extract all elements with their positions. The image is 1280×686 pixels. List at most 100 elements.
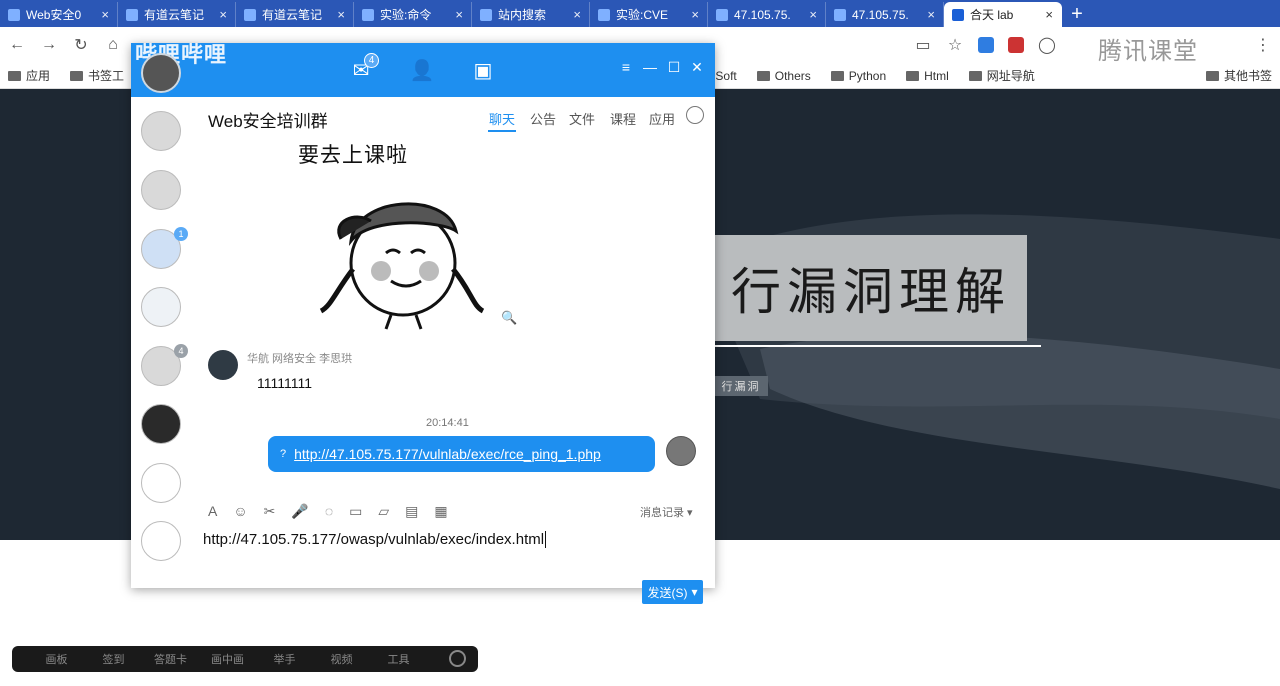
toolbar-item[interactable]: 举手: [256, 651, 313, 667]
close-icon[interactable]: ×: [691, 7, 699, 22]
unread-badge: 1: [174, 227, 188, 241]
tab[interactable]: 有道云笔记 ×: [236, 2, 354, 27]
tab-announcement[interactable]: 公告: [530, 109, 556, 128]
zoom-icon[interactable]: 🔍: [501, 310, 517, 326]
apps-icon[interactable]: ▣: [470, 57, 496, 83]
folder-icon: [906, 70, 920, 81]
maximize-icon[interactable]: ☐: [666, 59, 682, 76]
calendar-icon[interactable]: ▦: [434, 503, 447, 520]
contacts-icon[interactable]: 👤: [409, 57, 435, 83]
tab-files[interactable]: 文件: [569, 109, 595, 128]
tab[interactable]: 有道云笔记 ×: [118, 2, 236, 27]
close-icon[interactable]: ×: [573, 7, 581, 22]
screen-share-icon[interactable]: ▤: [405, 503, 418, 520]
toolbar-item[interactable]: 画中画: [199, 651, 256, 667]
chat-panel: Web安全培训群 聊天 公告 文件 课程 应用 要去上课啦 🔍 华航 网络安全 …: [191, 97, 715, 604]
qq-header: 哔哩哔哩 ✉ 4 👤 ▣ ≡ — ☐ ✕: [131, 42, 715, 97]
close-icon[interactable]: ✕: [689, 59, 705, 76]
conversation-avatar[interactable]: [141, 170, 181, 210]
sender-name: 华航 网络安全 李思珙: [247, 353, 353, 365]
mask-icon[interactable]: ◌: [325, 503, 333, 519]
message-link[interactable]: http://47.105.75.177/vulnlab/exec/rce_pi…: [294, 446, 601, 462]
toolbar-item[interactable]: 画板: [28, 651, 85, 667]
forward-icon[interactable]: →: [40, 36, 58, 54]
tab-courses[interactable]: 课程: [610, 109, 636, 128]
back-icon[interactable]: ←: [8, 36, 26, 54]
message-history-button[interactable]: 消息记录 ▾: [640, 504, 693, 520]
extension-icon[interactable]: [1008, 37, 1024, 53]
tab-chat[interactable]: 聊天: [489, 109, 515, 128]
tab[interactable]: 实验:命令 ×: [354, 2, 472, 27]
message-input[interactable]: http://47.105.75.177/owasp/vulnlab/exec/…: [203, 531, 547, 548]
bookmark-other[interactable]: 其他书签: [1205, 67, 1272, 84]
emoji-icon[interactable]: ☺: [233, 503, 247, 519]
toolbar-item[interactable]: 答题卡: [142, 651, 199, 667]
tab-bar: Web安全0 × 有道云笔记 × 有道云笔记 × 实验:命令 × 站内搜索 × 实验:CV…: [0, 0, 1280, 27]
folder-icon: [70, 70, 84, 81]
image-icon[interactable]: ▭: [349, 503, 362, 520]
reload-icon[interactable]: ↻: [72, 35, 90, 55]
close-icon[interactable]: ×: [927, 7, 935, 22]
star-icon[interactable]: ☆: [946, 35, 964, 55]
shield-icon: [598, 8, 610, 21]
minimize-icon[interactable]: —: [642, 59, 658, 75]
self-avatar[interactable]: [666, 436, 696, 466]
tab-apps[interactable]: 应用: [649, 109, 675, 128]
sticker-caption: 要去上课啦: [298, 144, 408, 167]
folder-icon: [830, 70, 844, 81]
power-icon[interactable]: [449, 650, 466, 667]
bookmark-folder[interactable]: 书签工: [70, 67, 124, 84]
menu-icon[interactable]: ≡: [618, 59, 634, 75]
unread-badge: 4: [174, 344, 188, 358]
toolbar-item[interactable]: 视频: [313, 651, 370, 667]
conversation-avatar[interactable]: [141, 463, 181, 503]
microphone-icon[interactable]: 🎤: [291, 503, 308, 520]
chevron-down-icon[interactable]: ▾: [691, 585, 697, 599]
shield-icon: [362, 8, 374, 21]
menu-icon[interactable]: ⋮: [1254, 35, 1272, 55]
tab-label: Web安全0: [26, 8, 82, 22]
bookmark-folder[interactable]: Html: [906, 69, 949, 83]
conversation-avatar[interactable]: [141, 287, 181, 327]
conversation-avatar[interactable]: [141, 521, 181, 561]
site-icon: [8, 8, 20, 21]
tab[interactable]: Web安全0 ×: [0, 2, 118, 27]
bookmark-folder[interactable]: Others: [756, 69, 811, 83]
scissors-icon[interactable]: ✂: [264, 503, 276, 520]
close-icon[interactable]: ×: [337, 7, 345, 22]
close-icon[interactable]: ×: [455, 7, 463, 22]
message-timestamp: 20:14:41: [426, 417, 469, 429]
toolbar-item[interactable]: 签到: [85, 651, 142, 667]
apps-icon: [8, 70, 21, 81]
tab[interactable]: 站内搜索 ×: [472, 2, 590, 27]
conversation-list: 1 4: [131, 97, 191, 588]
tab[interactable]: 47.105.75. ×: [826, 2, 944, 27]
bookmark-apps[interactable]: 应用: [8, 67, 50, 84]
circle-icon[interactable]: ◯: [1038, 35, 1056, 55]
new-tab-button[interactable]: +: [1062, 2, 1092, 27]
font-icon[interactable]: A: [208, 503, 217, 519]
screen-icon[interactable]: ▭: [914, 35, 932, 55]
tab-active[interactable]: 合天 lab ×: [944, 2, 1062, 27]
extension-icon[interactable]: [978, 37, 994, 53]
sender-avatar[interactable]: [208, 350, 238, 380]
close-icon[interactable]: ×: [219, 7, 227, 22]
user-avatar[interactable]: [141, 53, 181, 93]
shield-icon: [716, 8, 728, 21]
toolbar-item[interactable]: 工具: [370, 651, 427, 667]
bookmark-folder[interactable]: 网址导航: [968, 67, 1035, 84]
tab[interactable]: 47.105.75. ×: [708, 2, 826, 27]
folder-icon[interactable]: ▱: [378, 503, 389, 520]
close-icon[interactable]: ×: [1045, 7, 1053, 22]
sticker-image[interactable]: [311, 181, 491, 331]
conversation-avatar[interactable]: [141, 111, 181, 151]
close-icon[interactable]: ×: [809, 7, 817, 22]
bookmark-folder[interactable]: Python: [830, 69, 886, 83]
conversation-avatar[interactable]: [141, 404, 181, 444]
send-button[interactable]: 发送(S) ▾: [642, 580, 703, 604]
home-icon[interactable]: ⌂: [104, 36, 122, 54]
close-icon[interactable]: ×: [101, 7, 109, 22]
tab[interactable]: 实验:CVE ×: [590, 2, 708, 27]
shield-icon: [952, 8, 964, 21]
settings-icon[interactable]: [686, 106, 704, 124]
